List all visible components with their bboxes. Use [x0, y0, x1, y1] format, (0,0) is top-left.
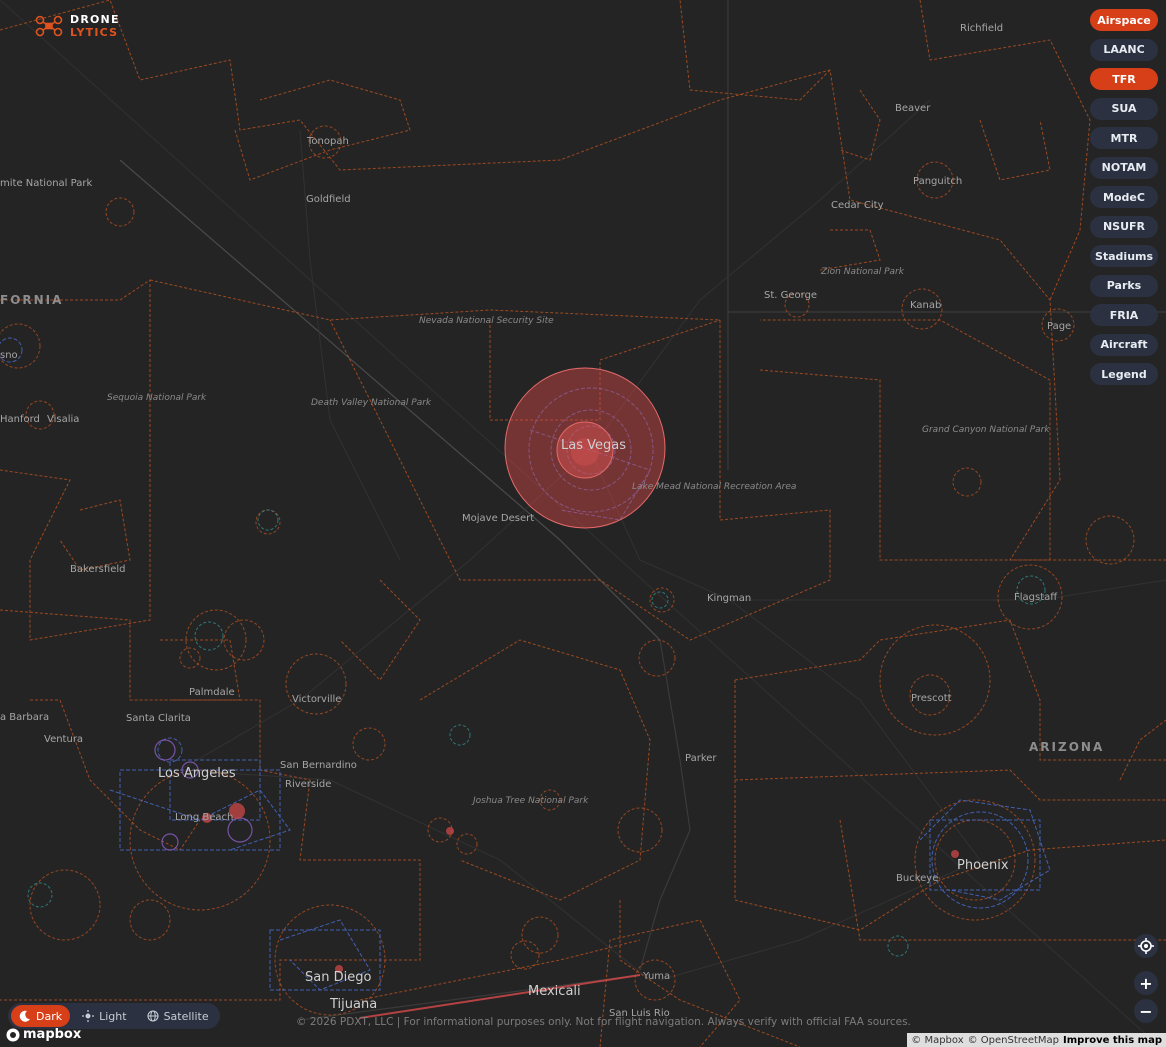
drone-icon [35, 15, 63, 37]
improve-map-link[interactable]: Improve this map [1063, 1035, 1162, 1046]
zoom-out-button[interactable]: − [1134, 999, 1158, 1023]
label-st-george: St. George [764, 290, 817, 301]
label-yosemite: mite National Park [0, 178, 92, 189]
layer-aircraft-button[interactable]: Aircraft [1090, 333, 1158, 356]
theme-dark-button[interactable]: Dark [11, 1005, 71, 1027]
mapbox-logo[interactable]: mapbox [6, 1027, 81, 1042]
label-visalia: Visalia [47, 414, 79, 425]
label-cedar-city: Cedar City [831, 200, 884, 211]
theme-light-button[interactable]: Light [74, 1005, 134, 1027]
label-fresno: sno [0, 350, 18, 361]
mapbox-wordmark: mapbox [23, 1027, 82, 1042]
legend-button[interactable]: Legend [1090, 363, 1158, 385]
label-sequoia: Sequoia National Park [107, 393, 207, 403]
layer-panel: Airspace LAANC TFR SUA MTR NOTAM ModeC N… [1090, 9, 1158, 385]
layer-nsufr-button[interactable]: NSUFR [1090, 215, 1158, 238]
label-zion: Zion National Park [820, 267, 905, 277]
layer-laanc-button[interactable]: LAANC [1090, 38, 1158, 61]
label-long-beach: Long Beach [175, 812, 233, 823]
theme-satellite-label: Satellite [163, 1009, 209, 1023]
theme-dark-label: Dark [36, 1009, 63, 1023]
label-arizona: ARIZONA [1029, 740, 1104, 754]
layer-tfr-button[interactable]: TFR [1090, 68, 1158, 90]
theme-switcher: Dark Light Satellite [8, 1003, 220, 1029]
moon-icon [19, 1010, 30, 1022]
label-san-bernardino: San Bernardino [280, 760, 357, 771]
layer-airspace-button[interactable]: Airspace [1090, 9, 1158, 31]
layer-fria-button[interactable]: FRIA [1090, 304, 1158, 326]
layer-stadiums-button[interactable]: Stadiums [1090, 245, 1158, 267]
attribution-mapbox-link[interactable]: © Mapbox [911, 1035, 963, 1046]
label-bakersfield: Bakersfield [70, 564, 125, 575]
zoom-in-button[interactable]: + [1134, 971, 1158, 995]
brand-line1: DRONE [70, 13, 120, 26]
label-richfield: Richfield [960, 23, 1003, 34]
label-panguitch: Panguitch [913, 176, 962, 187]
label-ventura: Ventura [44, 734, 83, 745]
label-santa-clarita: Santa Clarita [126, 713, 191, 724]
airspace-map[interactable]: Richfield Beaver Tonopah Goldfield mite … [0, 0, 1166, 1047]
label-victorville: Victorville [292, 694, 341, 705]
label-tonopah: Tonopah [306, 136, 349, 147]
map-attribution: © Mapbox © OpenStreetMap Improve this ma… [907, 1033, 1166, 1047]
label-death-valley: Death Valley National Park [311, 398, 432, 408]
label-parker: Parker [685, 753, 717, 764]
label-riverside: Riverside [285, 779, 331, 790]
label-lake-mead: Lake Mead National Recreation Area [632, 482, 796, 492]
label-san-diego: San Diego [305, 970, 371, 985]
label-kingman: Kingman [707, 593, 751, 604]
label-page: Page [1047, 321, 1071, 332]
label-prescott: Prescott [911, 693, 952, 704]
mapbox-icon [6, 1028, 20, 1041]
label-beaver: Beaver [895, 103, 931, 114]
label-joshua-tree: Joshua Tree National Park [471, 796, 589, 806]
label-mexicali: Mexicali [528, 984, 581, 999]
layer-parks-button[interactable]: Parks [1090, 274, 1158, 297]
globe-icon [147, 1010, 159, 1022]
label-hanford: Hanford [0, 414, 40, 425]
layer-mtr-button[interactable]: MTR [1090, 127, 1158, 149]
brand-name: DRONE LYTICS [70, 13, 120, 39]
label-grand-canyon: Grand Canyon National Park [922, 425, 1050, 435]
label-buckeye: Buckeye [896, 873, 938, 884]
crosshair-icon [1138, 938, 1154, 954]
layer-notam-button[interactable]: NOTAM [1090, 156, 1158, 179]
label-kanab: Kanab [910, 300, 941, 311]
disclaimer-text: © 2026 PDXT, LLC | For informational pur… [296, 1016, 911, 1028]
sun-icon [82, 1010, 95, 1022]
label-los-angeles: Los Angeles [158, 766, 236, 781]
label-california: FORNIA [0, 293, 63, 307]
layer-sua-button[interactable]: SUA [1090, 97, 1158, 120]
label-tijuana: Tijuana [329, 997, 377, 1012]
label-flagstaff: Flagstaff [1014, 592, 1058, 603]
label-yuma: Yuma [642, 971, 670, 982]
label-santa-barbara: a Barbara [0, 712, 49, 723]
label-las-vegas: Las Vegas [561, 438, 626, 453]
label-palmdale: Palmdale [189, 687, 235, 698]
layer-modec-button[interactable]: ModeC [1090, 186, 1158, 208]
brand-line2: LYTICS [70, 26, 119, 39]
label-goldfield: Goldfield [306, 194, 351, 205]
attribution-osm-link[interactable]: © OpenStreetMap [968, 1035, 1059, 1046]
label-mojave: Mojave Desert [462, 513, 534, 524]
label-nevada-site: Nevada National Security Site [419, 316, 554, 326]
label-phoenix: Phoenix [957, 858, 1009, 873]
theme-light-label: Light [99, 1009, 127, 1023]
brand-logo[interactable]: DRONE LYTICS [34, 13, 120, 39]
locate-button[interactable] [1134, 934, 1158, 958]
theme-satellite-button[interactable]: Satellite [139, 1005, 217, 1027]
